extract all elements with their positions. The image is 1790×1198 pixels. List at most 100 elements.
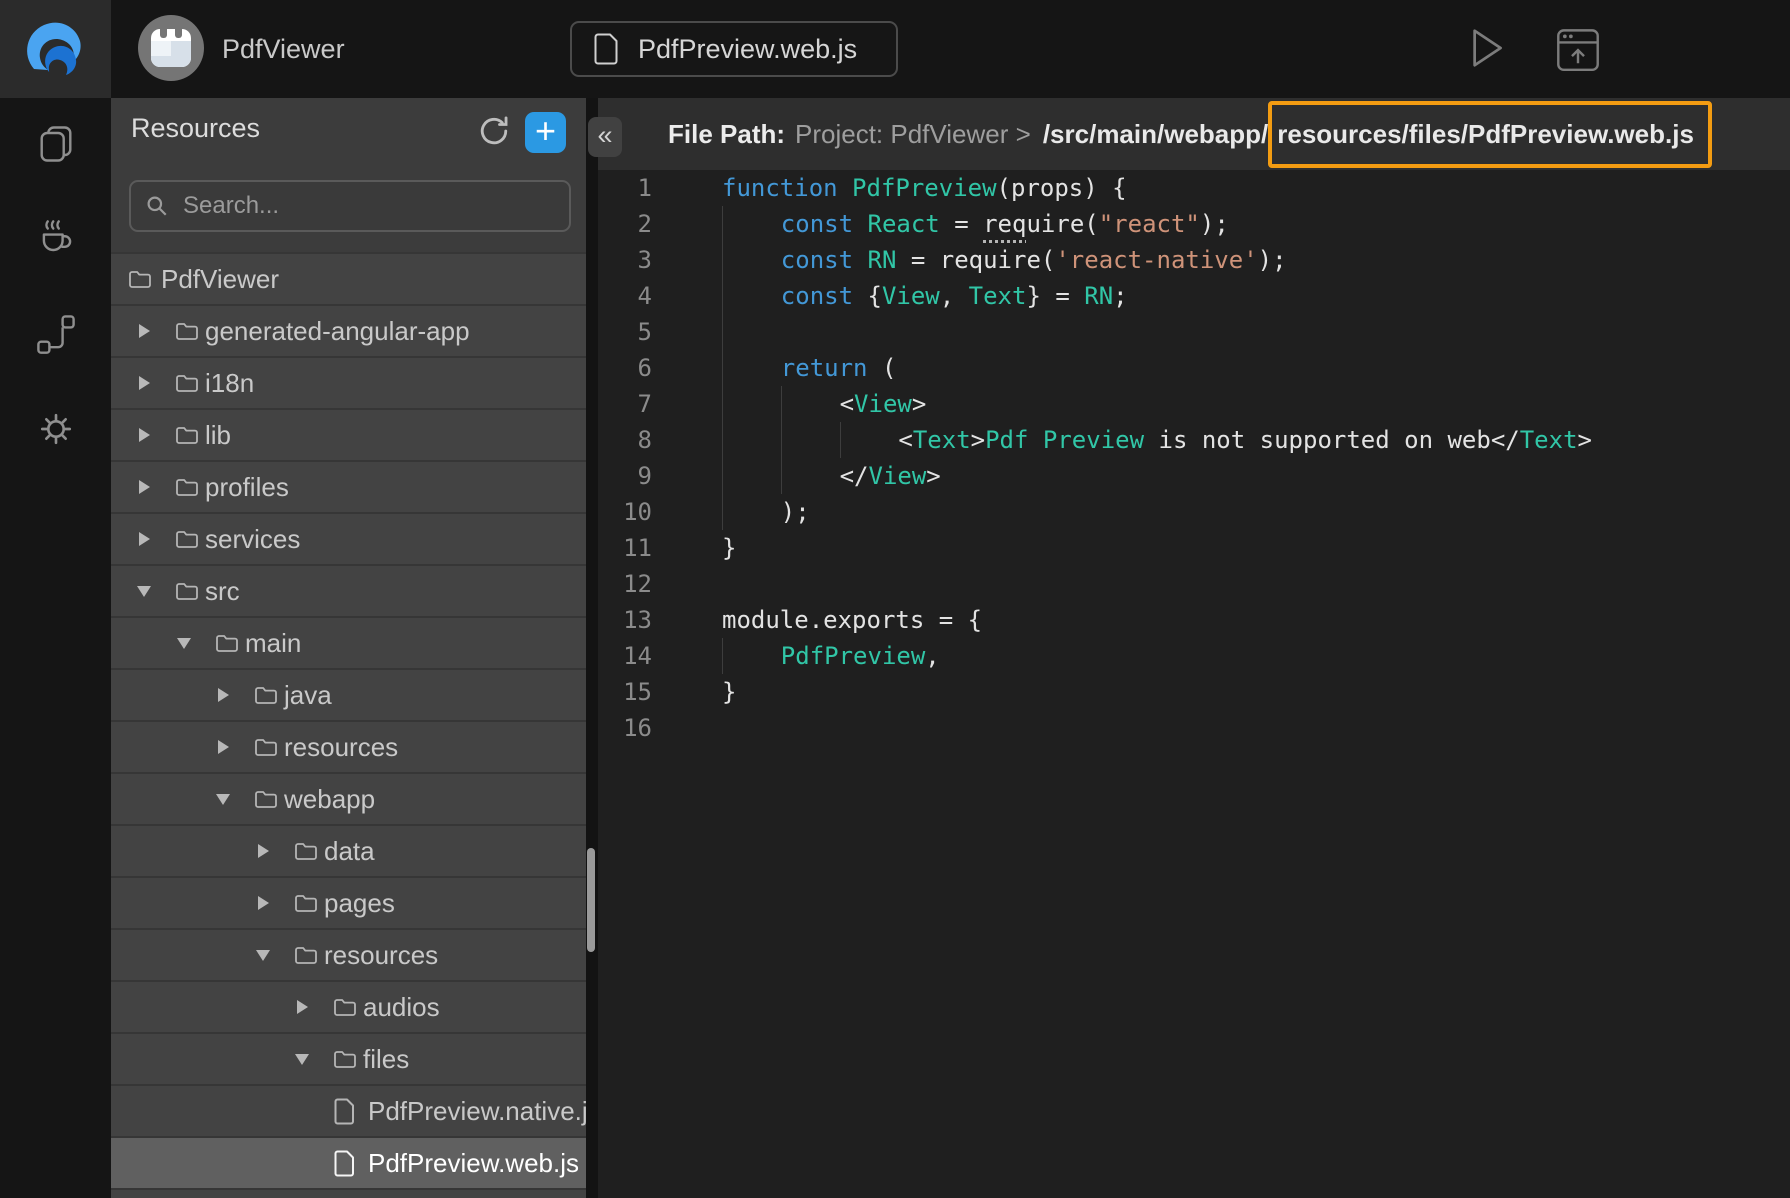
chevron-down-icon[interactable]: [215, 794, 231, 805]
tree-item-label: data: [324, 836, 375, 867]
tree-item-label: generated-angular-app: [205, 316, 470, 347]
tree-item-audios[interactable]: audios: [111, 982, 586, 1034]
folder-icon: [333, 1049, 357, 1069]
tree-item-PdfPreview.web.js[interactable]: PdfPreview.web.js: [111, 1138, 586, 1190]
indent-guide: [722, 386, 781, 422]
chevron-right-icon[interactable]: [136, 428, 152, 442]
sidebar-scrollbar[interactable]: [587, 848, 595, 952]
chevron-down-icon[interactable]: [294, 1054, 310, 1065]
folder-icon: [175, 373, 199, 393]
code-line: [722, 314, 1592, 350]
open-file-tab-label: PdfPreview.web.js: [638, 34, 857, 65]
chevron-right-icon[interactable]: [294, 1000, 310, 1014]
indent-guide: [722, 242, 781, 278]
chevron-right-icon[interactable]: [136, 376, 152, 390]
deploy-button[interactable]: [1556, 26, 1600, 72]
code-line: module.exports = {: [722, 602, 1592, 638]
search-input[interactable]: [181, 191, 569, 221]
app-title: PdfViewer: [222, 0, 345, 98]
indent-guide: [722, 206, 781, 242]
folder-icon: [175, 477, 199, 497]
tree-item-data[interactable]: data: [111, 826, 586, 878]
open-file-tab[interactable]: PdfPreview.web.js: [570, 21, 898, 77]
file-path-label: File Path:: [668, 119, 785, 150]
tree-item-label: main: [245, 628, 301, 659]
sidebar-title: Resources: [131, 113, 260, 144]
chevron-right-icon[interactable]: [215, 688, 231, 702]
code-line: [722, 566, 1592, 602]
tree-item-PdfPreview.native.js[interactable]: PdfPreview.native.js: [111, 1086, 586, 1138]
home-logo-button[interactable]: [0, 0, 111, 98]
tree-item-services[interactable]: services: [111, 514, 586, 566]
code-content: function PdfPreview(props) {const React …: [722, 170, 1592, 1198]
tree-row-partial: [111, 1190, 586, 1198]
code-line: return (: [722, 350, 1592, 386]
indent-guide: [722, 278, 781, 314]
tree-item-resources[interactable]: resources: [111, 722, 586, 774]
chevron-down-icon[interactable]: [176, 638, 192, 649]
tree-item-webapp[interactable]: webapp: [111, 774, 586, 826]
indent-guide: [840, 422, 899, 458]
tree-item-i18n[interactable]: i18n: [111, 358, 586, 410]
chevron-down-icon[interactable]: [136, 586, 152, 597]
tree-item-lib[interactable]: lib: [111, 410, 586, 462]
chevron-right-icon[interactable]: [255, 896, 271, 910]
refresh-button[interactable]: [477, 114, 511, 148]
chevron-right-icon[interactable]: [136, 324, 152, 338]
indent-guide: [722, 494, 781, 530]
tree-item-label: audios: [363, 992, 440, 1023]
rail-java-button[interactable]: [34, 217, 78, 261]
line-number: 7: [598, 386, 652, 422]
run-button[interactable]: [1468, 27, 1506, 69]
code-line: </View>: [722, 458, 1592, 494]
folder-icon: [175, 581, 199, 601]
code-line: PdfPreview,: [722, 638, 1592, 674]
tree-item-PdfViewer[interactable]: PdfViewer: [111, 254, 586, 306]
left-rail: [0, 98, 111, 1198]
code-editor[interactable]: 12345678910111213141516 function PdfPrev…: [598, 170, 1790, 1198]
line-number: 16: [598, 710, 652, 746]
file-icon: [334, 1150, 355, 1177]
folder-icon: [254, 685, 278, 705]
tree-item-java[interactable]: java: [111, 670, 586, 722]
line-number: 12: [598, 566, 652, 602]
chevron-down-icon[interactable]: [255, 950, 271, 961]
code-line: <View>: [722, 386, 1592, 422]
code-line: [722, 710, 1592, 746]
pages-icon: [34, 122, 78, 166]
app-avatar[interactable]: [138, 15, 204, 81]
rail-pages-button[interactable]: [34, 122, 78, 166]
code-line: );: [722, 494, 1592, 530]
tree-item-pages[interactable]: pages: [111, 878, 586, 930]
tree-item-label: pages: [324, 888, 395, 919]
sidebar-collapse-button[interactable]: «: [588, 117, 622, 157]
tree-item-label: resources: [284, 732, 398, 763]
tree-item-src[interactable]: src: [111, 566, 586, 618]
indent-guide: [781, 458, 840, 494]
folder-icon: [254, 737, 278, 757]
code-line: const {View, Text} = RN;: [722, 278, 1592, 314]
search-icon: [145, 194, 169, 218]
line-number: 9: [598, 458, 652, 494]
deploy-window-icon: [1556, 26, 1600, 72]
rail-connections-button[interactable]: [34, 312, 78, 356]
tree-item-profiles[interactable]: profiles: [111, 462, 586, 514]
chevron-right-icon[interactable]: [215, 740, 231, 754]
chevron-right-icon[interactable]: [136, 532, 152, 546]
tree-item-label: lib: [205, 420, 231, 451]
tree-item-generated-angular-app[interactable]: generated-angular-app: [111, 306, 586, 358]
chevron-right-icon[interactable]: [136, 480, 152, 494]
line-number: 8: [598, 422, 652, 458]
line-number: 4: [598, 278, 652, 314]
tree-item-label: profiles: [205, 472, 289, 503]
rail-settings-button[interactable]: [34, 407, 78, 451]
file-path-bar: File Path: Project: PdfViewer > /src/mai…: [598, 98, 1790, 170]
add-resource-button[interactable]: +: [525, 112, 566, 153]
tree-item-resources[interactable]: resources: [111, 930, 586, 982]
search-box: [129, 180, 571, 232]
code-line: }: [722, 674, 1592, 710]
tree-item-main[interactable]: main: [111, 618, 586, 670]
chevron-right-icon[interactable]: [255, 844, 271, 858]
tree-item-files[interactable]: files: [111, 1034, 586, 1086]
file-path-highlighted: resources/files/PdfPreview.web.js: [1268, 101, 1712, 168]
